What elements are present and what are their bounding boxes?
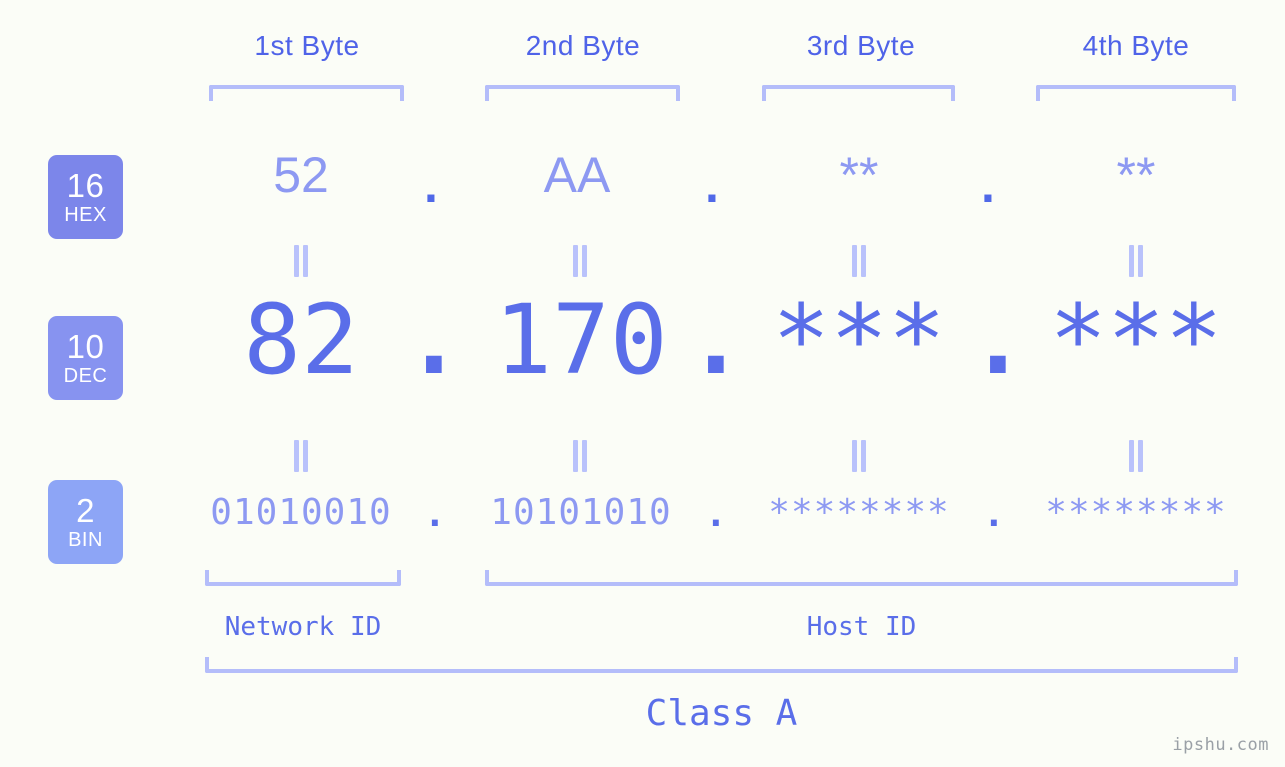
equals-mark-dec-bin-3 (849, 440, 869, 472)
byte-bracket-4 (1036, 85, 1236, 101)
class-label: Class A (645, 693, 798, 734)
dec-byte-3: *** (772, 284, 946, 396)
equals-mark-hex-dec-4 (1126, 245, 1146, 277)
bin-separator-1: . (424, 494, 446, 535)
bin-byte-1: 01010010 (210, 492, 392, 533)
byte-header-4: 4th Byte (1020, 30, 1252, 62)
hex-separator-2: . (705, 157, 719, 213)
watermark: ipshu.com (1172, 735, 1269, 755)
equals-mark-hex-dec-1 (291, 245, 311, 277)
hex-byte-4: ** (1116, 147, 1156, 203)
hex-byte-3: ** (839, 147, 879, 203)
byte-header-3-label: 3rd Byte (806, 30, 916, 61)
ip-breakdown-diagram: 1st Byte 2nd Byte 3rd Byte 4th Byte 16 H… (0, 0, 1285, 767)
hex-value-row: 52 . AA . ** . ** (0, 150, 1285, 230)
bin-byte-4: ******** (1045, 492, 1227, 533)
byte-bracket-2 (485, 85, 680, 101)
equals-mark-hex-dec-2 (570, 245, 590, 277)
byte-header-3: 3rd Byte (745, 30, 977, 62)
byte-header-2: 2nd Byte (467, 30, 699, 62)
host-id-bracket (485, 570, 1238, 586)
dec-byte-1: 82 (243, 284, 359, 396)
equals-mark-dec-bin-2 (570, 440, 590, 472)
byte-header-4-label: 4th Byte (1082, 30, 1190, 61)
bin-separator-3: . (983, 494, 1005, 535)
class-bracket (205, 657, 1238, 673)
network-id-bracket (205, 570, 401, 586)
byte-header-1: 1st Byte (191, 30, 423, 62)
equals-mark-dec-bin-4 (1126, 440, 1146, 472)
bin-value-row: 01010010 . 10101010 . ******** . *******… (0, 495, 1285, 551)
hex-separator-1: . (424, 157, 438, 213)
bin-byte-2: 10101010 (490, 492, 672, 533)
bin-separator-2: . (705, 494, 727, 535)
network-id-label: Network ID (224, 612, 382, 642)
host-id-label: Host ID (806, 612, 917, 642)
hex-byte-1: 52 (273, 147, 329, 203)
byte-header-2-label: 2nd Byte (525, 30, 641, 61)
equals-mark-dec-bin-1 (291, 440, 311, 472)
hex-separator-3: . (981, 157, 995, 213)
dec-byte-4: *** (1049, 284, 1223, 396)
dec-value-row: 82 . 170 . *** . *** (0, 292, 1285, 408)
dec-separator-1: . (405, 284, 463, 396)
hex-byte-2: AA (543, 147, 611, 203)
dec-separator-2: . (687, 284, 745, 396)
equals-mark-hex-dec-3 (849, 245, 869, 277)
byte-bracket-1 (209, 85, 404, 101)
byte-header-1-label: 1st Byte (254, 30, 360, 61)
bin-byte-3: ******** (768, 492, 950, 533)
dec-byte-2: 170 (494, 284, 668, 396)
byte-bracket-3 (762, 85, 955, 101)
